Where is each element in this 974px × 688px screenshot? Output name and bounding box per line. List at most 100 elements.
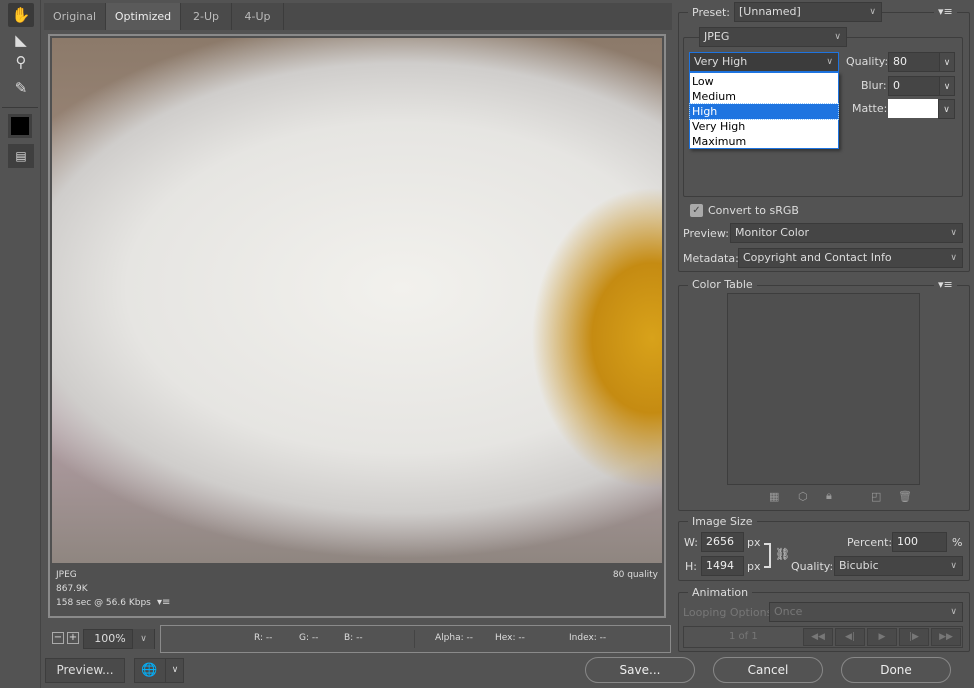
chevron-down-icon: ∨ <box>950 228 957 238</box>
resample-quality-value: Bicubic <box>839 559 879 572</box>
browser-help-icon: 🌐 <box>141 663 158 678</box>
readout-alpha: Alpha: -- <box>435 633 473 643</box>
settings-menu-icon[interactable]: ▾≡ <box>934 5 957 18</box>
chevron-down-icon: ∨ <box>950 607 957 617</box>
option-maximum[interactable]: Maximum <box>690 134 838 149</box>
metadata-label: Metadata: <box>683 252 739 265</box>
animation-title: Animation <box>688 586 753 599</box>
chevron-down-icon: ∨ <box>826 57 833 67</box>
width-label: W: <box>684 536 698 549</box>
preview-menu-icon[interactable]: ▾≡ <box>157 597 170 608</box>
divider <box>2 107 38 108</box>
blur-input[interactable]: 0 <box>888 76 940 96</box>
compression-quality-dropdown: Low Medium High Very High Maximum <box>689 72 839 149</box>
divider <box>40 0 41 688</box>
readout-b: B: -- <box>344 633 363 643</box>
option-medium[interactable]: Medium <box>690 89 838 104</box>
frame-counter: 1 of 1 <box>729 631 758 642</box>
new-color-icon[interactable]: ◰ <box>871 490 881 503</box>
zoom-in-button[interactable]: + <box>67 632 79 644</box>
chevron-down-icon: ∨ <box>834 32 841 42</box>
done-button[interactable]: Done <box>841 657 951 683</box>
save-button[interactable]: Save... <box>585 657 695 683</box>
matte-color-swatch[interactable] <box>888 99 938 118</box>
zoom-out-button[interactable]: − <box>52 632 64 644</box>
resample-quality-label: Quality: <box>791 560 834 573</box>
chevron-down-icon: ∨ <box>943 82 951 92</box>
convert-srgb-checkbox[interactable]: ✓ <box>690 204 703 217</box>
color-swatch[interactable] <box>8 114 32 138</box>
zoom-select[interactable]: 100% ∨ <box>83 629 155 649</box>
chevron-down-icon: ∨ <box>132 629 154 649</box>
hand-tool-icon[interactable]: ✋ <box>8 3 34 27</box>
color-table-swatches[interactable] <box>727 293 920 485</box>
tab-optimized[interactable]: Optimized <box>106 3 181 30</box>
percent-label: Percent: <box>847 536 893 549</box>
matte-select-button[interactable]: ∨ <box>938 99 955 119</box>
cancel-button[interactable]: Cancel <box>713 657 823 683</box>
height-label: H: <box>685 560 697 573</box>
preview-quality: 80 quality <box>612 570 658 580</box>
percent-unit: % <box>952 536 963 549</box>
quality-slider-button[interactable]: ∨ <box>939 52 955 72</box>
trash-icon[interactable]: 🗑︎ <box>898 490 912 503</box>
last-frame-icon: ▶▶ <box>931 628 961 646</box>
readout-g: G: -- <box>299 633 319 643</box>
preview-pane: JPEG 867.9K 158 sec @ 56.6 Kbps ▾≡ 80 qu… <box>48 34 666 618</box>
play-icon: ▶ <box>867 628 897 646</box>
looping-options-label: Looping Options: <box>683 606 777 619</box>
preset-label: Preset: <box>688 6 735 19</box>
resample-quality-select[interactable]: Bicubic ∨ <box>834 556 963 576</box>
slice-select-tool-icon[interactable]: ◣ <box>8 28 34 52</box>
metadata-select[interactable]: Copyright and Contact Info ∨ <box>738 248 963 268</box>
image-size-title: Image Size <box>688 515 757 528</box>
preview-label: Preview: <box>683 227 729 240</box>
height-input[interactable]: 1494 <box>701 556 744 576</box>
compression-quality-value: Very High <box>694 55 748 68</box>
blur-label: Blur: <box>861 79 887 92</box>
tab-4-up[interactable]: 4-Up <box>232 3 284 30</box>
cube-icon[interactable]: ⬡ <box>798 490 808 503</box>
metadata-value: Copyright and Contact Info <box>743 251 892 264</box>
chevron-down-icon: ∨ <box>950 561 957 571</box>
blur-slider-button[interactable]: ∨ <box>939 76 955 96</box>
preview-file-size: 867.9K <box>56 584 88 594</box>
tab-2-up[interactable]: 2-Up <box>181 3 232 30</box>
convert-srgb-label: Convert to sRGB <box>708 204 799 217</box>
web-snap-icon[interactable]: ▦ <box>769 490 779 503</box>
tab-original[interactable]: Original <box>44 3 106 30</box>
preview-in-browser-button[interactable]: Preview... <box>45 658 125 683</box>
width-unit: px <box>747 536 761 549</box>
first-frame-icon: ◀◀ <box>803 628 833 646</box>
preset-select[interactable]: [Unnamed] ∨ <box>734 2 882 22</box>
readout-hex: Hex: -- <box>495 633 525 643</box>
next-frame-icon: |▶ <box>899 628 929 646</box>
looping-options-select: Once ∨ <box>769 602 963 622</box>
color-table-menu-icon[interactable]: ▾≡ <box>934 278 957 291</box>
quality-input[interactable]: 80 <box>888 52 940 72</box>
lock-icon[interactable]: 🔒︎ <box>826 489 832 503</box>
zoom-value: 100% <box>94 632 126 645</box>
toggle-slices-icon[interactable]: ▤ <box>8 144 34 168</box>
format-select[interactable]: JPEG ∨ <box>699 27 847 47</box>
link-icon[interactable]: ⛓ <box>775 547 790 561</box>
preset-value: [Unnamed] <box>739 5 801 18</box>
option-low[interactable]: Low <box>690 74 838 89</box>
eyedropper-tool-icon[interactable]: ✎ <box>8 76 34 100</box>
preview-download-time: 158 sec @ 56.6 Kbps <box>56 598 151 608</box>
chevron-down-icon: ∨ <box>943 105 950 115</box>
width-input[interactable]: 2656 <box>701 532 744 552</box>
matte-label: Matte: <box>852 102 888 115</box>
preview-select[interactable]: Monitor Color ∨ <box>730 223 963 243</box>
percent-input[interactable]: 100 <box>892 532 947 552</box>
compression-quality-select[interactable]: Very High ∨ <box>689 52 839 72</box>
constrain-bracket <box>764 543 771 568</box>
optimized-image[interactable] <box>52 38 662 563</box>
browser-select[interactable]: 🌐 ∨ <box>134 658 184 683</box>
zoom-tool-icon[interactable]: ⚲ <box>8 50 34 74</box>
looping-value: Once <box>774 605 803 618</box>
color-table-title: Color Table <box>688 278 757 291</box>
quality-label: Quality: <box>846 55 889 68</box>
option-high[interactable]: High <box>689 103 839 120</box>
option-very-high[interactable]: Very High <box>690 119 838 134</box>
